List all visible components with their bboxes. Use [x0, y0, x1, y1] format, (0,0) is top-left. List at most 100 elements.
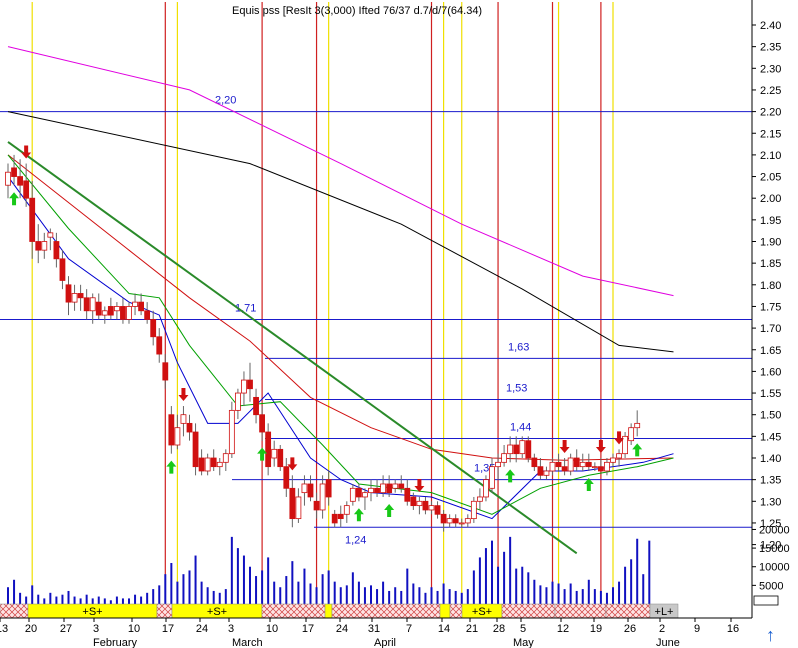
candle-body [343, 505, 350, 515]
scroll-box-icon [753, 595, 779, 606]
candle-body [561, 466, 568, 472]
y-axis: 2.40 2.35 2.30 2.25 2.20 2.15 2.10 2.05 2.00 1.95… [752, 20, 790, 592]
candle-body [114, 306, 120, 312]
candle [180, 406, 187, 437]
candle-body [222, 453, 229, 463]
candle [495, 453, 501, 480]
candle-body [301, 483, 308, 494]
candle-body [434, 505, 441, 515]
candle-body [174, 427, 181, 446]
candle-body [186, 422, 193, 433]
candle-body [83, 297, 90, 312]
candle [368, 479, 374, 502]
candle-body [271, 448, 278, 459]
phase-segment [554, 603, 607, 619]
candle [295, 488, 302, 523]
candle-body [17, 176, 24, 186]
candle-body [95, 301, 102, 316]
candle [337, 505, 344, 528]
candle-body [495, 461, 501, 468]
phase-segment [449, 603, 463, 619]
up-arrow-icon [632, 443, 643, 457]
candle-body [380, 483, 387, 494]
candle-body [476, 496, 483, 502]
candle-body [210, 457, 217, 468]
candle [234, 388, 241, 420]
x-tick-label: 10 [266, 623, 278, 635]
candle-body [180, 414, 187, 424]
candle-body [47, 232, 54, 238]
candle [192, 423, 199, 476]
x-tick-label: 3 [228, 623, 234, 635]
x-tick-label: 24 [336, 623, 348, 635]
volume-tick-label: 15000 [759, 543, 790, 555]
candle [567, 453, 574, 476]
candle [95, 293, 102, 320]
down-arrow-icon [595, 440, 606, 453]
candle-body [555, 461, 562, 468]
level-label: 1,44 [510, 422, 531, 434]
candle [210, 449, 217, 471]
candle [186, 414, 193, 441]
phase-segment [501, 603, 556, 619]
candle-body [598, 466, 604, 472]
candle [253, 388, 259, 424]
candle-body [107, 306, 114, 316]
candle [622, 432, 628, 458]
moving-average-line [7, 154, 674, 461]
x-tick-label: 9 [694, 623, 700, 635]
candle-body [567, 457, 574, 472]
candle [132, 293, 138, 316]
phase-segment [439, 603, 451, 619]
level-label: 1,63 [508, 341, 529, 353]
x-axis: 13 20 27 3 10 17 24 3 10 17 24 31 7 14 21 28 5 12 19 26 2 9 16… [0, 618, 739, 648]
x-month-label: May [513, 637, 534, 648]
up-arrow-icon [505, 469, 516, 483]
chart-title: Equis pss [ResIt 3(3,000) Ifted 76/37 d.… [232, 5, 482, 17]
candle-body [404, 487, 411, 502]
candle-body [77, 293, 84, 299]
candle-body [525, 440, 532, 459]
moving-average-line [7, 111, 674, 353]
y-tick-label: 1.40 [760, 453, 781, 465]
candle [573, 449, 580, 471]
down-arrow-icon [559, 440, 570, 453]
candle [531, 453, 538, 471]
candle-body [295, 496, 302, 520]
candle [331, 509, 338, 528]
candle-body [228, 409, 235, 455]
candle-body [355, 487, 362, 498]
x-tick-label: 26 [624, 623, 636, 635]
moving-averages [7, 46, 674, 520]
candle-body [319, 483, 326, 511]
up-arrow-icon [353, 508, 364, 522]
y-tick-label: 1.50 [760, 410, 781, 422]
phase-segment [156, 603, 173, 619]
candle [150, 310, 157, 346]
candle-body [59, 258, 66, 281]
x-tick-label: 12 [557, 623, 569, 635]
candle-body [71, 293, 78, 303]
x-tick-label: 27 [60, 623, 72, 635]
scroll-up-arrow-icon[interactable]: ↑ [766, 625, 775, 645]
y-tick-label: 1.85 [760, 258, 781, 270]
y-tick-label: 1.55 [760, 388, 781, 400]
candle-body [277, 448, 284, 468]
candle-body [446, 518, 453, 524]
candle [168, 406, 175, 454]
candle-body [349, 487, 356, 502]
candle [313, 492, 320, 519]
candlestick-chart: 2,201,711,631,531,441,351,24 +S+ +S+ +S+ +L… [0, 0, 790, 648]
candle-body [289, 487, 296, 520]
candle [525, 436, 532, 463]
candle-body [374, 487, 380, 494]
candle-body [11, 167, 17, 177]
y-tick-label: 2.35 [760, 42, 781, 54]
candle-body [120, 306, 126, 320]
candle-body [398, 483, 405, 489]
x-tick-label: 2 [659, 623, 665, 635]
candle [228, 401, 235, 458]
candle [634, 410, 641, 437]
candle-body [368, 487, 374, 494]
candle-body [204, 457, 211, 472]
